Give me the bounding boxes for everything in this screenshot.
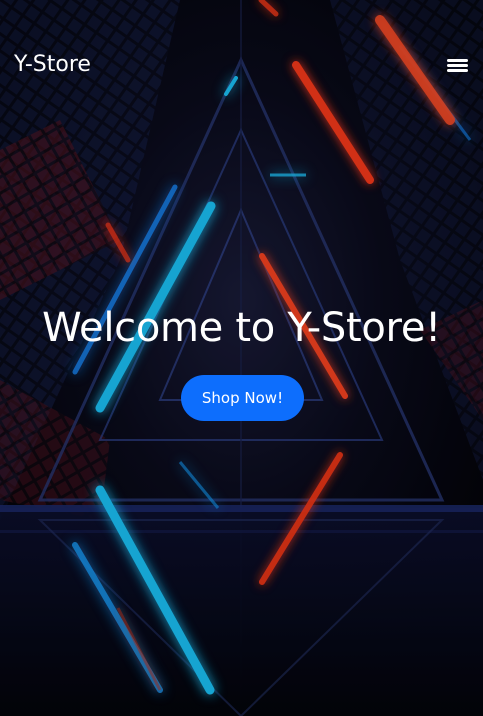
hero-section: Y-Store Welcome to Y-Store! Shop Now! [0, 0, 483, 716]
menu-bar [447, 64, 468, 67]
shop-now-button[interactable]: Shop Now! [181, 375, 304, 421]
menu-bar [447, 69, 468, 72]
hero-headline: Welcome to Y-Store! [42, 305, 441, 351]
brand-logo[interactable]: Y-Store [14, 49, 91, 81]
hamburger-menu-icon[interactable] [444, 55, 472, 77]
navbar: Y-Store [0, 0, 483, 130]
menu-bar [447, 59, 468, 62]
